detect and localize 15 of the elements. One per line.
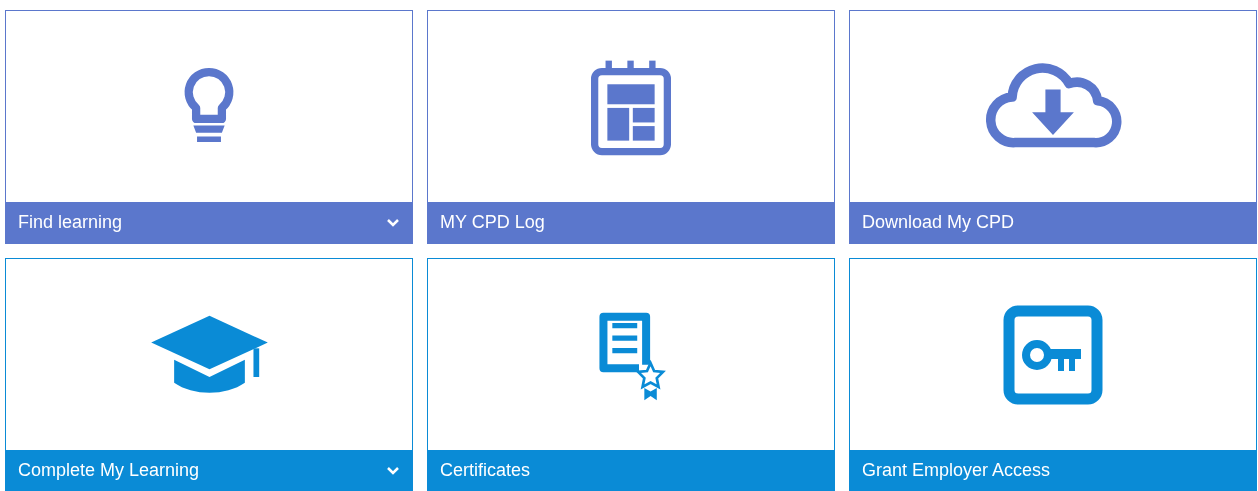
tile-label: Complete My Learning xyxy=(18,459,200,482)
tile-card[interactable]: Grant Employer Access xyxy=(849,258,1257,491)
tile-card[interactable]: Download My CPD xyxy=(849,10,1257,244)
tile-label: Download My CPD xyxy=(862,211,1015,234)
tile-label: Find learning xyxy=(18,211,123,234)
tile-card[interactable]: Certificates xyxy=(427,258,835,491)
tile-card[interactable]: Find learning xyxy=(5,10,413,244)
chevron-down-icon[interactable] xyxy=(386,465,400,476)
tile-label: Certificates xyxy=(440,459,531,482)
tile-card[interactable]: Complete My Learning xyxy=(5,258,413,491)
tile-label: MY CPD Log xyxy=(440,211,545,234)
chevron-down-icon[interactable] xyxy=(386,217,400,228)
tile-label: Grant Employer Access xyxy=(862,459,1051,482)
tile-card[interactable]: MY CPD Log xyxy=(427,10,835,244)
key-icon xyxy=(1003,304,1103,405)
